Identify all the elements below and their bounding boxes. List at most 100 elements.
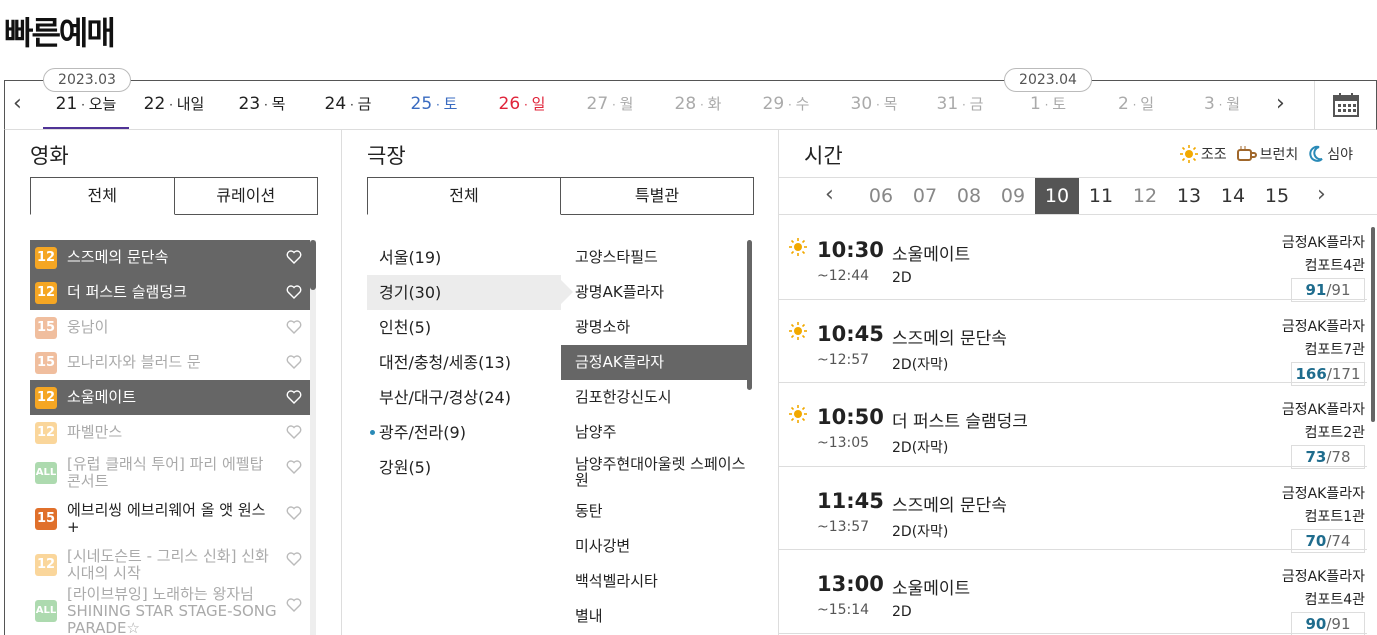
movie-item[interactable]: 12 스즈메의 문단속: [30, 240, 310, 275]
date-weekday: 금: [969, 95, 984, 113]
date-item[interactable]: 23 · 목: [219, 81, 305, 129]
region-item[interactable]: 강원(5): [367, 450, 561, 485]
calendar-button[interactable]: [1314, 81, 1376, 129]
date-item[interactable]: 26 · 일: [479, 81, 565, 129]
branch-item[interactable]: 미사강변: [561, 529, 747, 564]
movie-item[interactable]: ALL [유럽 클래식 투어] 파리 에펠탑 콘서트: [30, 450, 310, 496]
date-item[interactable]: 28 · 화: [655, 81, 741, 129]
movie-item[interactable]: 12 소울메이트: [30, 380, 310, 415]
branch-item[interactable]: 남양주: [561, 415, 747, 450]
showing-start-time: 13:00: [817, 572, 884, 596]
hour-prev-icon[interactable]: ‹: [825, 182, 834, 207]
movie-item[interactable]: 12 더 퍼스트 슬램덩크: [30, 275, 310, 310]
seats-available: 166: [1295, 364, 1327, 383]
date-separator: ·: [1040, 98, 1053, 112]
heart-icon[interactable]: [286, 424, 302, 440]
branch-item[interactable]: 광명AK플라자: [561, 275, 747, 310]
date-item[interactable]: 22 · 내일: [131, 81, 217, 129]
time-scroll-thumb[interactable]: [1371, 227, 1375, 422]
movie-item[interactable]: 15 모나리자와 블러드 문: [30, 345, 310, 380]
hour-item[interactable]: 07: [903, 178, 947, 214]
branch-item[interactable]: 동탄: [561, 494, 747, 529]
seats-total: /91: [1326, 615, 1351, 633]
date-item[interactable]: 25 · 토: [391, 81, 477, 129]
date-next-icon[interactable]: ›: [1276, 91, 1285, 116]
date-separator: ·: [165, 98, 177, 112]
tab-movie-all[interactable]: 전체: [30, 177, 175, 215]
heart-icon[interactable]: [286, 354, 302, 370]
seats-available: 73: [1305, 448, 1327, 466]
hour-item[interactable]: 08: [947, 178, 991, 214]
heart-icon[interactable]: [286, 389, 302, 405]
hour-item[interactable]: 11: [1079, 178, 1123, 214]
seats-total: /78: [1326, 448, 1351, 466]
region-item[interactable]: 인천(5): [367, 310, 561, 345]
tab-theater-special[interactable]: 특별관: [561, 177, 754, 215]
showing-row[interactable]: 10:50 ~13:05 더 퍼스트 슬램덩크 2D(자막) 금정AK플라자 컴포트2관 7…: [779, 383, 1367, 469]
date-item[interactable]: 29 · 수: [743, 81, 829, 129]
showing-row[interactable]: 10:30 ~12:44 소울메이트 2D 금정AK플라자 컴포트4관 91/91: [779, 216, 1367, 302]
hour-item[interactable]: 09: [991, 178, 1035, 214]
date-prev-icon[interactable]: ‹: [13, 91, 22, 116]
region-item[interactable]: 부산/대구/경상(24): [367, 380, 561, 415]
tab-movie-curation[interactable]: 큐레이션: [174, 177, 318, 215]
tab-theater-all[interactable]: 전체: [367, 177, 561, 215]
date-item[interactable]: 31 · 금: [917, 81, 1003, 129]
region-item[interactable]: 서울(19): [367, 240, 561, 275]
branch-scroll-thumb[interactable]: [747, 240, 752, 390]
heart-icon[interactable]: [286, 284, 302, 300]
seats-available: 91: [1305, 281, 1327, 299]
region-item[interactable]: 대전/충청/세종(13): [367, 345, 561, 380]
theater-tabs: 전체 특별관: [367, 177, 754, 215]
hour-item[interactable]: 06: [859, 178, 903, 214]
branch-item[interactable]: 김포한강신도시: [561, 380, 747, 415]
date-item[interactable]: 2 · 일: [1093, 81, 1179, 129]
hour-next-icon[interactable]: ›: [1317, 182, 1326, 207]
showing-row[interactable]: 11:45 ~13:57 스즈메의 문단속 2D(자막) 금정AK플라자 컴포트1관 70/…: [779, 467, 1367, 553]
hour-item[interactable]: 13: [1167, 178, 1211, 214]
date-weekday: 월: [1226, 95, 1241, 113]
movie-item[interactable]: ALL [라이브뷰잉] 노래하는 왕자님 SHINING STAR STAGE-S…: [30, 585, 310, 635]
branch-item[interactable]: 남양주현대아울렛 스페이스원: [561, 450, 747, 494]
region-label: 부산/대구/경상(24): [379, 388, 511, 407]
movie-title: 스즈메의 문단속: [67, 248, 169, 266]
region-item[interactable]: 경기(30): [367, 275, 573, 310]
date-weekday: 토: [1052, 95, 1067, 113]
heart-icon[interactable]: [286, 319, 302, 335]
movie-scrollbar[interactable]: [310, 240, 316, 635]
movie-column: 영화 전체 큐레이션 12 스즈메의 문단속 12 더 퍼스트 슬램덩크 15 웅남이 15…: [4, 130, 342, 635]
movie-item[interactable]: 12 파벨만스: [30, 415, 310, 450]
branch-item[interactable]: 금정AK플라자: [561, 345, 747, 380]
region-label: 인천(5): [379, 318, 432, 337]
branch-list: 고양스타필드 광명AK플라자 광명소하 금정AK플라자 김포한강신도시 남양주 남양주현대아…: [561, 240, 747, 634]
movie-item[interactable]: 12 [시네도슨트 - 그리스 신화] 신화시대의 시작: [30, 542, 310, 588]
date-item[interactable]: 21 · 오늘: [43, 81, 129, 129]
date-item[interactable]: 1 · 토: [1005, 81, 1091, 129]
region-item[interactable]: 광주/전라(9): [367, 415, 561, 450]
date-item[interactable]: 3 · 월: [1179, 81, 1265, 129]
branch-item[interactable]: 별내: [561, 599, 747, 634]
heart-icon[interactable]: [286, 551, 302, 567]
heart-icon[interactable]: [286, 597, 302, 613]
date-weekday: 토: [443, 95, 458, 113]
branch-item[interactable]: 광명소하: [561, 310, 747, 345]
region-list: 서울(19) 경기(30) 인천(5) 대전/충청/세종(13) 부산/대구/경상(24…: [367, 240, 573, 485]
branch-item[interactable]: 백석벨라시타: [561, 564, 747, 599]
hour-item[interactable]: 14: [1211, 178, 1255, 214]
movie-item[interactable]: 15 에브리씽 에브리웨어 올 앳 원스 +: [30, 496, 310, 542]
date-item[interactable]: 27 · 월: [567, 81, 653, 129]
heart-icon[interactable]: [286, 459, 302, 475]
branch-item[interactable]: 고양스타필드: [561, 240, 747, 275]
date-item[interactable]: 24 · 금: [305, 81, 391, 129]
movie-scroll-thumb[interactable]: [310, 240, 316, 290]
movie-item[interactable]: 15 웅남이: [30, 310, 310, 345]
showing-row[interactable]: 13:00 ~15:14 소울메이트 2D 금정AK플라자 컴포트4관 90/91: [779, 550, 1367, 635]
hour-item[interactable]: 12: [1123, 178, 1167, 214]
hour-item[interactable]: 15: [1255, 178, 1299, 214]
showing-row[interactable]: 10:45 ~12:57 스즈메의 문단속 2D(자막) 금정AK플라자 컴포트7관 166…: [779, 300, 1367, 386]
date-item[interactable]: 30 · 목: [831, 81, 917, 129]
heart-icon[interactable]: [286, 505, 302, 521]
movie-title: [유럽 클래식 투어] 파리 에펠탑 콘서트: [67, 455, 264, 490]
heart-icon[interactable]: [286, 249, 302, 265]
hour-item[interactable]: 10: [1035, 178, 1079, 214]
